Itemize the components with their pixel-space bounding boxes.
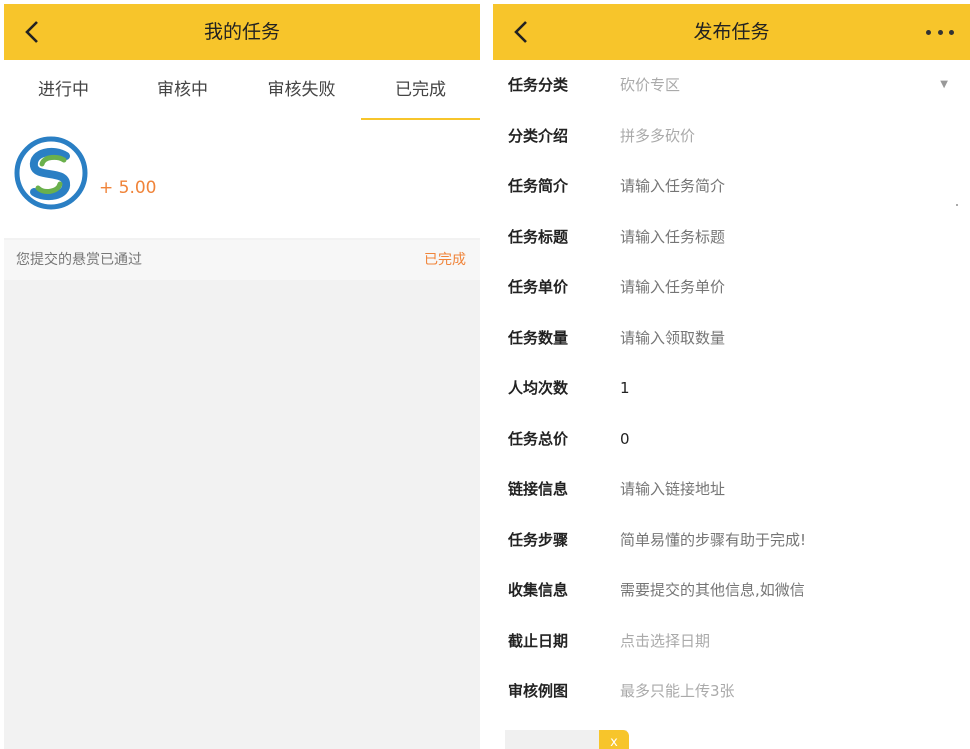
field-label: 任务简介 bbox=[508, 177, 569, 195]
task-card-footer: 您提交的悬赏已通过 已完成 bbox=[4, 240, 480, 280]
back-icon bbox=[25, 21, 38, 43]
field-label: 任务分类 bbox=[508, 76, 569, 94]
my-tasks-screen: 我的任务 进行中 审核中 审核失败 已完成 + 5.00 您提交的悬赏已通过 已… bbox=[4, 4, 480, 749]
collect-info-input[interactable] bbox=[620, 565, 940, 615]
dropdown-caret-icon: ▼ bbox=[940, 79, 948, 90]
field-label: 人均次数 bbox=[508, 379, 569, 397]
field-unit-price: 任务单价 bbox=[493, 262, 970, 313]
field-deadline: 截止日期 点击选择日期 bbox=[493, 616, 970, 667]
tab-review-failed[interactable]: 审核失败 bbox=[242, 60, 361, 120]
field-sample-images: 审核例图 最多只能上传3张 bbox=[493, 666, 970, 717]
field-label: 链接信息 bbox=[508, 480, 569, 498]
steps-input[interactable] bbox=[620, 514, 940, 565]
field-summary: 任务简介 bbox=[493, 161, 970, 212]
field-label: 任务总价 bbox=[508, 429, 569, 448]
field-label: 任务数量 bbox=[508, 328, 569, 347]
field-label: 截止日期 bbox=[508, 631, 569, 650]
category-select[interactable]: 砍价专区 bbox=[620, 60, 940, 110]
field-label: 任务步骤 bbox=[508, 530, 569, 549]
field-label: 任务单价 bbox=[508, 278, 569, 296]
field-per-person: 人均次数 1 bbox=[493, 363, 970, 414]
title-input[interactable] bbox=[620, 211, 940, 262]
field-quantity: 任务数量 bbox=[493, 312, 970, 364]
summary-input[interactable] bbox=[620, 161, 940, 211]
more-icon bbox=[949, 29, 954, 35]
category-intro-value: 拼多多砍价 bbox=[620, 126, 696, 145]
sample-images-hint: 最多只能上传3张 bbox=[620, 682, 735, 700]
reward-amount: + 5.00 bbox=[99, 178, 157, 198]
field-steps: 任务步骤 bbox=[493, 514, 970, 566]
total-price-value: 0 bbox=[620, 429, 630, 448]
remove-image-button[interactable]: x bbox=[599, 730, 629, 749]
header: 发布任务 bbox=[493, 4, 970, 60]
page-title: 发布任务 bbox=[693, 21, 770, 43]
task-message: 您提交的悬赏已通过 bbox=[16, 252, 142, 268]
field-title: 任务标题 bbox=[493, 211, 970, 263]
per-person-count[interactable]: 1 bbox=[620, 363, 940, 413]
more-button[interactable] bbox=[926, 20, 954, 44]
field-collect-info: 收集信息 bbox=[493, 565, 970, 616]
tab-in-progress[interactable]: 进行中 bbox=[4, 60, 123, 120]
deadline-picker[interactable]: 点击选择日期 bbox=[620, 616, 940, 666]
more-icon bbox=[926, 29, 931, 35]
field-total-price: 任务总价 0 bbox=[493, 414, 970, 465]
unit-price-input[interactable] bbox=[620, 262, 940, 312]
back-icon bbox=[514, 21, 527, 43]
field-label: 任务标题 bbox=[508, 227, 569, 246]
field-link: 链接信息 bbox=[493, 464, 970, 515]
divider bbox=[956, 204, 958, 206]
back-button[interactable] bbox=[503, 14, 539, 50]
field-label: 收集信息 bbox=[508, 581, 569, 599]
page-title: 我的任务 bbox=[203, 21, 280, 43]
header: 我的任务 bbox=[4, 4, 480, 60]
app-logo-icon bbox=[14, 136, 88, 210]
publish-task-screen: 发布任务 任务分类 砍价专区 ▼ 分类介绍 拼多多砍价 任务简介 任务标题 任务… bbox=[493, 4, 970, 749]
publish-form: 任务分类 砍价专区 ▼ 分类介绍 拼多多砍价 任务简介 任务标题 任务单价 任务… bbox=[493, 60, 970, 717]
field-label: 分类介绍 bbox=[508, 126, 569, 145]
field-category[interactable]: 任务分类 砍价专区 ▼ bbox=[493, 60, 970, 111]
status-badge: 已完成 bbox=[424, 252, 466, 268]
field-category-intro: 分类介绍 拼多多砍价 bbox=[493, 111, 970, 162]
field-label: 审核例图 bbox=[508, 682, 569, 700]
task-card[interactable] bbox=[4, 120, 480, 238]
quantity-input[interactable] bbox=[620, 312, 940, 363]
task-tabs: 进行中 审核中 审核失败 已完成 bbox=[4, 60, 480, 120]
tab-completed[interactable]: 已完成 bbox=[361, 60, 480, 120]
back-button[interactable] bbox=[14, 14, 50, 50]
tab-under-review[interactable]: 审核中 bbox=[123, 60, 242, 120]
link-input[interactable] bbox=[620, 464, 940, 514]
more-icon bbox=[937, 29, 943, 35]
